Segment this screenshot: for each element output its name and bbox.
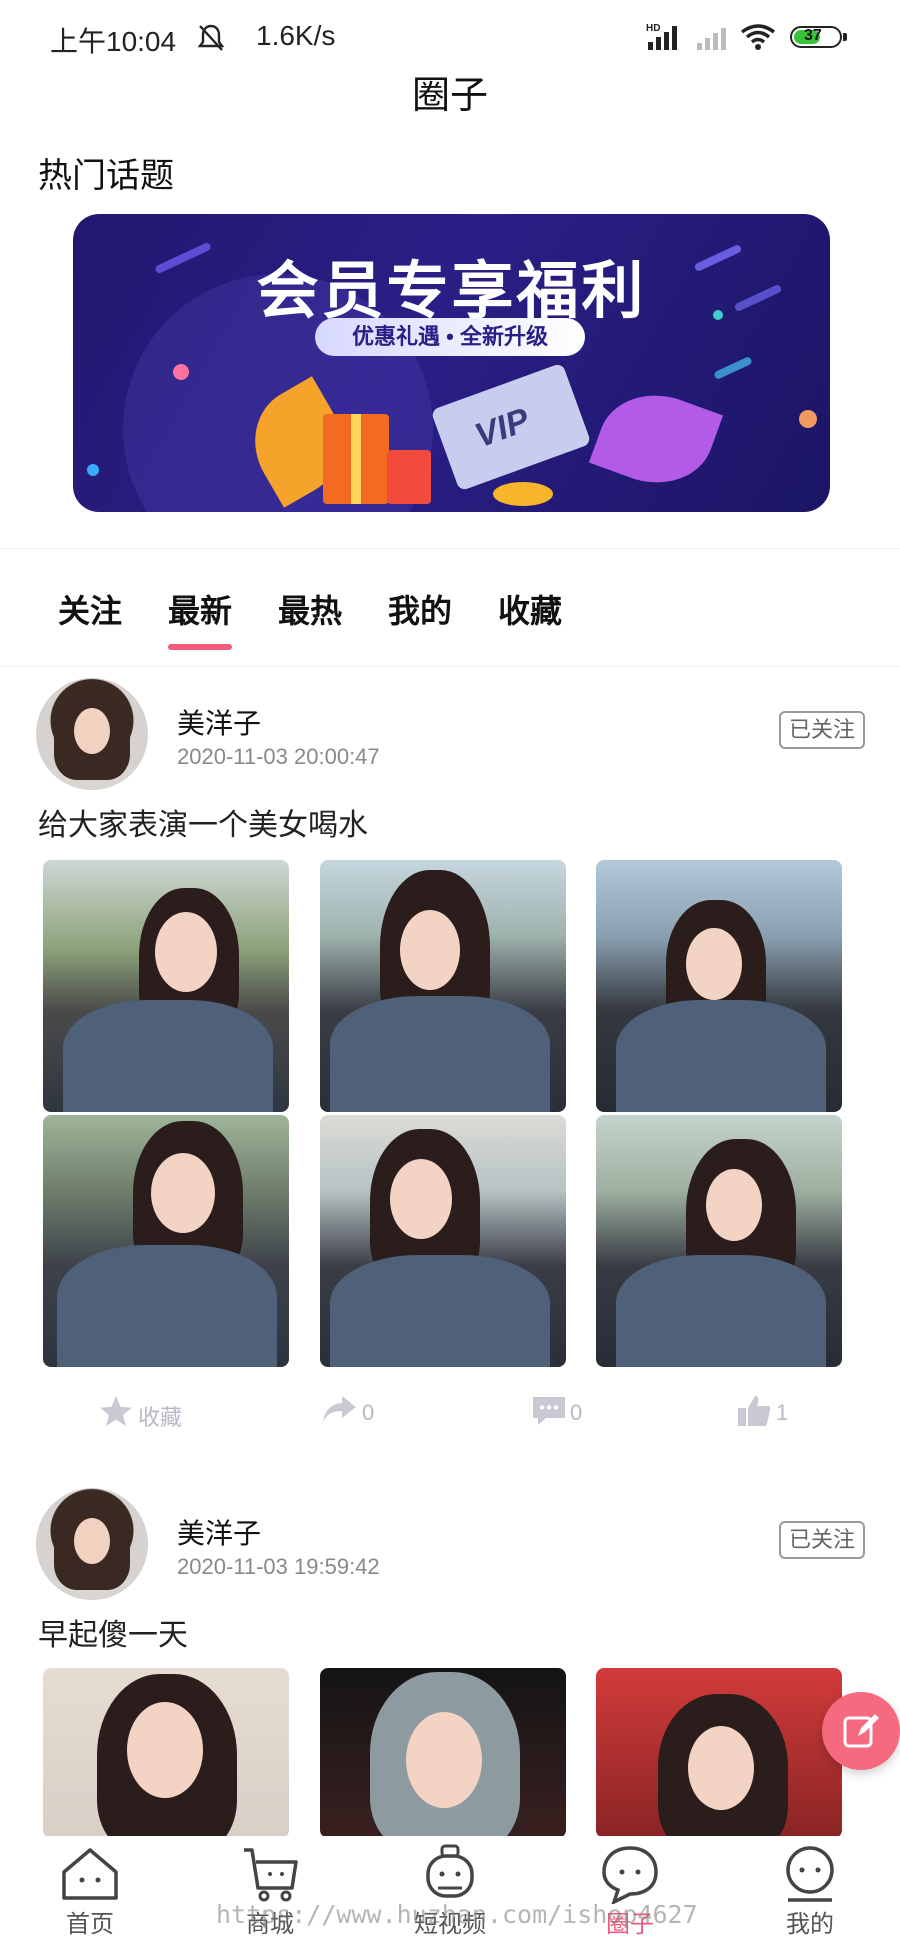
following-button[interactable]: 已关注 xyxy=(779,711,865,749)
post-photo[interactable] xyxy=(320,1115,566,1367)
share-icon xyxy=(323,1396,356,1422)
share-button[interactable]: 0 xyxy=(322,1392,402,1432)
bottom-nav: 首页 商城 短视频 圈子 我的 xyxy=(0,1836,900,1950)
nav-item-short-video[interactable]: 短视频 xyxy=(390,1836,510,1950)
profile-icon xyxy=(786,1846,834,1902)
post-text: 早起傻一天 xyxy=(38,1619,188,1652)
post-photo[interactable] xyxy=(43,1115,289,1367)
tab-favorites[interactable]: 收藏 xyxy=(498,586,562,632)
post-timestamp: 2020-11-03 19:59:42 xyxy=(177,1554,380,1579)
nav-item-profile[interactable]: 我的 xyxy=(750,1836,870,1950)
battery-level: 37 xyxy=(804,27,822,44)
nav-label: 首页 xyxy=(66,1911,114,1938)
video-icon xyxy=(426,1844,474,1898)
compose-post-button[interactable] xyxy=(822,1692,900,1770)
vip-card: VIP xyxy=(430,362,592,492)
like-button[interactable]: 1 xyxy=(736,1392,816,1432)
nav-label: 我的 xyxy=(786,1911,834,1938)
avatar[interactable] xyxy=(36,1488,148,1600)
section-title-hot-topics: 热门话题 xyxy=(38,157,174,195)
star-icon xyxy=(100,1396,132,1426)
divider xyxy=(0,548,900,549)
nav-item-mall[interactable]: 商城 xyxy=(210,1836,330,1950)
signal-weak-icon xyxy=(696,26,728,57)
tab-latest[interactable]: 最新 xyxy=(168,586,233,650)
status-bar: 上午10:04 1.6K/s HD 37 xyxy=(0,0,900,74)
post-photo[interactable] xyxy=(43,860,289,1112)
signal-icon: HD xyxy=(646,22,682,57)
divider xyxy=(0,666,900,667)
mute-bell-icon xyxy=(196,22,226,54)
circle-icon xyxy=(602,1846,658,1904)
post-photo[interactable] xyxy=(596,1668,842,1838)
vip-card-label: VIP xyxy=(469,400,535,456)
thumbs-up-icon xyxy=(738,1396,771,1426)
wifi-icon xyxy=(738,22,778,57)
banner-title: 会员专享福利 xyxy=(256,257,647,326)
post-photo[interactable] xyxy=(596,1115,842,1367)
comment-button[interactable]: 0 xyxy=(530,1392,610,1432)
tab-following[interactable]: 关注 xyxy=(58,586,122,632)
share-count: 0 xyxy=(362,1400,375,1425)
post-username[interactable]: 美洋子 xyxy=(177,702,261,742)
post-photo[interactable] xyxy=(596,860,842,1112)
nav-item-home[interactable]: 首页 xyxy=(30,1836,150,1950)
network-speed: 1.6K/s xyxy=(256,20,336,51)
edit-icon xyxy=(843,1714,879,1748)
avatar[interactable] xyxy=(36,678,148,790)
like-count: 1 xyxy=(776,1400,789,1425)
coins-icon xyxy=(493,482,553,506)
nav-item-circle[interactable]: 圈子 xyxy=(570,1836,690,1950)
post-username[interactable]: 美洋子 xyxy=(177,1512,261,1552)
comment-count: 0 xyxy=(570,1400,583,1425)
tab-bar: 关注 最新 最热 我的 收藏 xyxy=(0,586,900,650)
favorite-button[interactable]: 收藏 xyxy=(98,1392,208,1432)
tab-hottest[interactable]: 最热 xyxy=(278,586,342,632)
favorite-label: 收藏 xyxy=(138,1405,183,1430)
gift-box-icon xyxy=(387,450,431,504)
watermark: https://www.huzhan.com/ishop4627 xyxy=(216,1900,698,1929)
status-time: 上午10:04 xyxy=(50,26,177,57)
promo-banner[interactable]: 会员专享福利 优惠礼遇 • 全新升级 VIP xyxy=(73,214,830,512)
svg-text:HD: HD xyxy=(646,23,660,34)
cart-icon xyxy=(244,1848,298,1902)
battery-icon: 37 xyxy=(790,26,847,48)
banner-subtitle: 优惠礼遇 • 全新升级 xyxy=(315,318,585,356)
post-photo[interactable] xyxy=(320,1668,566,1838)
post-actions: 收藏 0 0 1 xyxy=(0,1392,900,1432)
tab-mine[interactable]: 我的 xyxy=(388,586,452,632)
post-text: 给大家表演一个美女喝水 xyxy=(38,809,368,842)
following-button[interactable]: 已关注 xyxy=(779,1521,865,1559)
page-title: 圈子 xyxy=(411,75,488,117)
post-photo[interactable] xyxy=(320,860,566,1112)
gift-box-icon xyxy=(323,414,389,504)
comment-icon xyxy=(533,1397,565,1425)
banner-leaf xyxy=(588,377,724,501)
post-timestamp: 2020-11-03 20:00:47 xyxy=(177,744,380,769)
post-photo[interactable] xyxy=(43,1668,289,1838)
home-icon xyxy=(62,1848,118,1900)
